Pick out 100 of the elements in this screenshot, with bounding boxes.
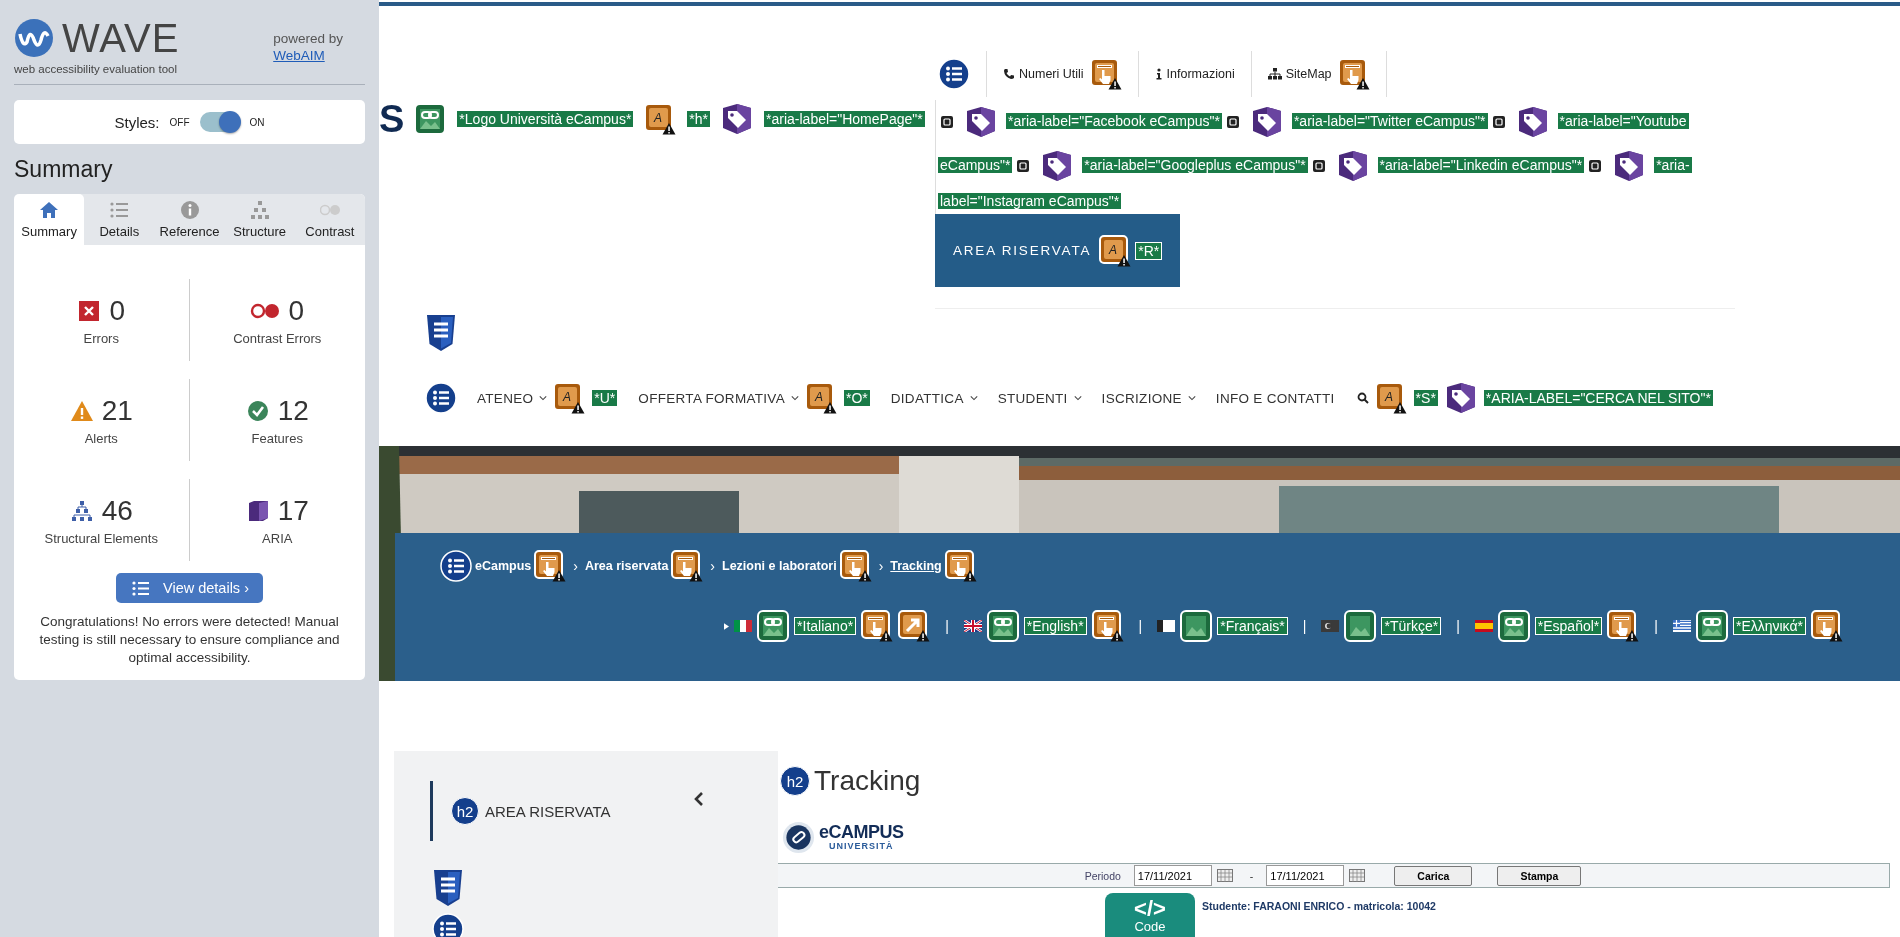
linked-image-icon xyxy=(1695,610,1728,642)
hierarchy-icon xyxy=(69,499,94,522)
result-message: Congratulations! No errors were detected! Manual testing is still necessary to ensure compliance and optimal accessibility. xyxy=(38,613,341,667)
powered-by-text: powered by xyxy=(273,31,343,46)
nav-menu-item[interactable]: ISCRIZIONE xyxy=(1101,390,1196,406)
flag-icon xyxy=(1672,620,1691,632)
count-label: Contrast Errors xyxy=(233,330,322,346)
top-link[interactable]: SiteMap xyxy=(1285,67,1332,81)
view-details-button[interactable]: View details › xyxy=(116,573,263,603)
top-link[interactable]: Informazioni xyxy=(1166,67,1235,81)
styles-toggle[interactable] xyxy=(199,112,240,132)
logo-name: eCAMPUS xyxy=(819,823,904,841)
count-label: Features xyxy=(251,430,303,446)
alert-icon: A xyxy=(644,103,677,135)
flag-icon xyxy=(1157,620,1176,632)
annotation-label: *h* xyxy=(686,110,712,128)
annotation-label: *Español* xyxy=(1534,617,1603,635)
count: 0 xyxy=(288,294,305,327)
heading-badge: h2 xyxy=(451,797,479,825)
click-alert-icon xyxy=(1811,610,1843,642)
alert-icon: A xyxy=(804,382,837,414)
logo-letter: S xyxy=(379,97,405,141)
linked-image-icon xyxy=(414,103,447,135)
breadcrumb-link[interactable]: Area riservata xyxy=(584,559,669,573)
heading-badge: h2 xyxy=(780,766,810,796)
annotation-label: *S* xyxy=(1412,389,1439,407)
list-icon xyxy=(425,382,457,414)
check-icon xyxy=(245,399,270,422)
date-field[interactable]: 17/11/2021 xyxy=(1266,865,1345,886)
styles-label: Styles: xyxy=(114,113,160,131)
nav-menu-item[interactable]: OFFERTA FORMATIVA xyxy=(638,390,799,406)
date-field[interactable]: 17/11/2021 xyxy=(1133,865,1212,886)
social-media-icon xyxy=(1017,160,1030,172)
code-tab-button[interactable]: </> Code xyxy=(1105,893,1195,937)
chevron-down-icon xyxy=(1187,395,1196,401)
chevron-down-icon xyxy=(969,395,978,401)
flag-icon xyxy=(734,620,753,632)
summary-tab[interactable]: Structure xyxy=(224,194,295,245)
annotation-label: *Français* xyxy=(1217,617,1288,635)
annotation-label: *O* xyxy=(842,389,871,407)
tagline: web accessibility evaluation tool xyxy=(14,63,178,75)
annotation-label: *Logo Università eCampus* xyxy=(456,110,635,128)
tag-icon xyxy=(1613,150,1646,182)
search-icon xyxy=(1356,392,1369,404)
form-button[interactable]: Carica xyxy=(1394,865,1473,886)
linked-image-icon xyxy=(986,610,1019,642)
calendar-icon[interactable] xyxy=(1216,869,1233,882)
image-icon xyxy=(1180,610,1213,642)
click-alert-icon xyxy=(944,550,977,582)
count: 46 xyxy=(101,494,133,527)
alert-icon: A xyxy=(1374,382,1407,414)
summary-tab[interactable]: Contrast xyxy=(294,194,365,245)
count: 21 xyxy=(101,394,133,427)
separator: › xyxy=(878,558,884,574)
annotation-label: *aria-label="Googleplus eCampus"* xyxy=(1081,156,1309,175)
annotation-label: *aria-label="Linkedin eCampus"* xyxy=(1376,156,1586,175)
tag-icon xyxy=(965,106,997,138)
tag-icon xyxy=(1444,382,1477,414)
nav-menu-item[interactable]: ATENEO xyxy=(477,390,548,406)
form-button[interactable]: Stampa xyxy=(1497,865,1582,886)
calendar-icon[interactable] xyxy=(1349,869,1366,882)
home-icon xyxy=(39,200,60,220)
summary-tab[interactable]: Details xyxy=(84,194,155,245)
off-label: OFF xyxy=(169,116,190,128)
breadcrumb-link[interactable]: eCampus xyxy=(475,559,532,573)
nav-menu-item[interactable]: STUDENTI xyxy=(997,390,1082,406)
annotation-label: *English* xyxy=(1023,617,1087,635)
alert-icon: A xyxy=(1099,234,1132,267)
summary-tab[interactable]: Reference xyxy=(154,194,225,245)
webaim-link[interactable]: WebAIM xyxy=(273,47,343,64)
on-label: ON xyxy=(249,116,265,128)
tag-icon xyxy=(1041,150,1074,182)
summary-tab[interactable]: Summary xyxy=(14,194,85,245)
separator: › xyxy=(573,558,578,574)
reserved-area-button[interactable]: AREA RISERVATA xyxy=(953,243,1092,258)
annotation-label: *Italiano* xyxy=(794,617,857,635)
click-alert-icon xyxy=(1091,610,1124,642)
collapse-icon[interactable] xyxy=(694,791,704,807)
flag-icon xyxy=(963,620,982,632)
breadcrumb-link[interactable]: Tracking xyxy=(890,559,942,573)
list-icon xyxy=(938,58,970,90)
tag-icon xyxy=(1250,106,1283,138)
date-separator: - xyxy=(1249,869,1254,882)
logo-subtitle: UNIVERSITÀ xyxy=(829,841,894,851)
tag-icon xyxy=(1516,106,1549,138)
nav-menu-item[interactable]: DIDATTICA xyxy=(890,390,978,406)
linked-image-icon xyxy=(1497,610,1530,642)
breadcrumb-link[interactable]: Lezioni e laboratori xyxy=(722,559,837,573)
annotation-label: *R* xyxy=(1135,241,1163,260)
click-alert-icon xyxy=(534,550,567,582)
structure-icon xyxy=(425,314,457,352)
period-label: Periodo xyxy=(1084,869,1121,882)
nav-menu-item[interactable]: INFO E CONTATTI xyxy=(1215,390,1335,406)
separator: | xyxy=(945,618,949,634)
hierarchy-icon xyxy=(249,200,270,220)
top-link[interactable]: Numeri Utili xyxy=(1019,67,1084,81)
separator: › xyxy=(710,558,716,574)
social-media-icon xyxy=(941,116,953,128)
social-media-icon xyxy=(1589,160,1602,172)
page-title: Tracking xyxy=(814,765,921,797)
